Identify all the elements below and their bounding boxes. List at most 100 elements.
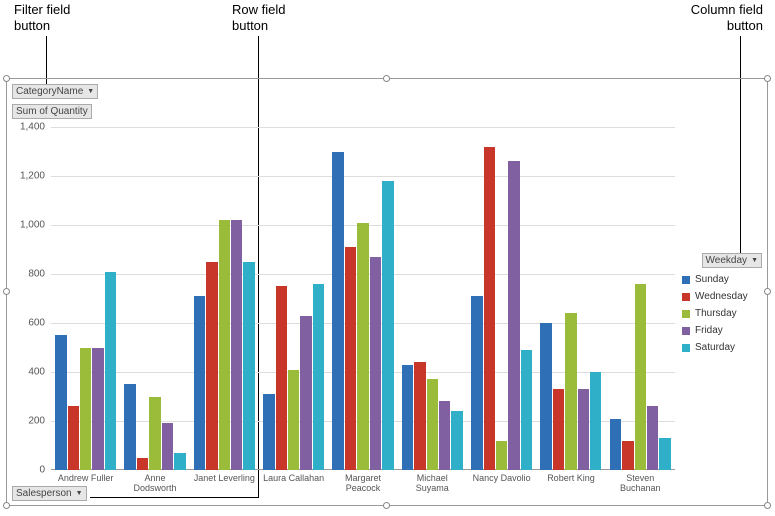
legend-item[interactable]: Thursday — [682, 308, 762, 319]
bar[interactable] — [332, 152, 343, 470]
bar[interactable] — [647, 406, 658, 470]
category-group: StevenBuchanan — [606, 127, 675, 470]
legend-item[interactable]: Saturday — [682, 342, 762, 353]
plot-area: 02004006008001,0001,2001,400 Andrew Full… — [19, 127, 675, 470]
bar[interactable] — [55, 335, 66, 470]
resize-handle[interactable] — [3, 502, 10, 509]
bar[interactable] — [137, 458, 148, 470]
bar[interactable] — [219, 220, 230, 470]
bar[interactable] — [484, 147, 495, 470]
legend: Sunday Wednesday Thursday Friday Saturday — [682, 274, 762, 359]
value-field-button[interactable]: Sum of Quantity — [12, 104, 92, 119]
bar[interactable] — [105, 272, 116, 470]
bar[interactable] — [288, 370, 299, 470]
bar[interactable] — [276, 286, 287, 470]
column-field-button[interactable]: Weekday ▼ — [702, 253, 762, 268]
legend-label: Friday — [695, 325, 723, 336]
resize-handle[interactable] — [383, 502, 390, 509]
bar[interactable] — [370, 257, 381, 470]
bar[interactable] — [508, 161, 519, 470]
legend-item[interactable]: Friday — [682, 325, 762, 336]
bar[interactable] — [194, 296, 205, 470]
bar[interactable] — [124, 384, 135, 470]
bar[interactable] — [427, 379, 438, 470]
pivot-chart[interactable]: CategoryName ▼ Sum of Quantity Salespers… — [6, 78, 768, 506]
bar-cluster — [471, 127, 532, 470]
resize-handle[interactable] — [764, 502, 771, 509]
bar-cluster — [402, 127, 463, 470]
category-label: AnneDodsworth — [120, 470, 189, 494]
bar[interactable] — [300, 316, 311, 470]
bar[interactable] — [414, 362, 425, 470]
bar-cluster — [263, 127, 324, 470]
bar[interactable] — [553, 389, 564, 470]
callout-column: Column field button — [691, 2, 763, 33]
button-label: CategoryName — [16, 86, 83, 97]
bar[interactable] — [402, 365, 413, 470]
button-label: Salesperson — [16, 488, 72, 499]
bar[interactable] — [622, 441, 633, 470]
category-label: Nancy Davolio — [467, 470, 536, 484]
bar[interactable] — [540, 323, 551, 470]
resize-handle[interactable] — [383, 75, 390, 82]
bar[interactable] — [451, 411, 462, 470]
bar[interactable] — [496, 441, 507, 470]
bar[interactable] — [382, 181, 393, 470]
callout-text: Row field — [232, 2, 285, 17]
callout-text: button — [232, 18, 268, 33]
bar[interactable] — [92, 348, 103, 471]
row-field-button[interactable]: Salesperson ▼ — [12, 486, 87, 501]
bar[interactable] — [68, 406, 79, 470]
category-label: Robert King — [536, 470, 605, 484]
bar[interactable] — [263, 394, 274, 470]
bar-cluster — [332, 127, 393, 470]
bar-cluster — [194, 127, 255, 470]
legend-label: Saturday — [695, 342, 735, 353]
category-group: MargaretPeacock — [328, 127, 397, 470]
button-label: Sum of Quantity — [16, 106, 88, 117]
bar[interactable] — [659, 438, 670, 470]
category-label: MichaelSuyama — [398, 470, 467, 494]
y-tick-label: 400 — [28, 367, 45, 378]
bar[interactable] — [357, 223, 368, 470]
bar[interactable] — [206, 262, 217, 470]
bar[interactable] — [313, 284, 324, 470]
chevron-down-icon: ▼ — [87, 88, 94, 95]
chevron-down-icon: ▼ — [76, 490, 83, 497]
resize-handle[interactable] — [764, 75, 771, 82]
bar[interactable] — [590, 372, 601, 470]
legend-swatch — [682, 276, 690, 284]
callout-text: button — [727, 18, 763, 33]
bar[interactable] — [149, 397, 160, 471]
bar[interactable] — [345, 247, 356, 470]
bar[interactable] — [231, 220, 242, 470]
legend-swatch — [682, 310, 690, 318]
resize-handle[interactable] — [3, 288, 10, 295]
bar[interactable] — [471, 296, 482, 470]
bar[interactable] — [521, 350, 532, 470]
bar-cluster — [55, 127, 116, 470]
legend-swatch — [682, 327, 690, 335]
bar[interactable] — [174, 453, 185, 470]
legend-label: Thursday — [695, 308, 737, 319]
bar[interactable] — [578, 389, 589, 470]
bar[interactable] — [610, 419, 621, 470]
resize-handle[interactable] — [764, 288, 771, 295]
bar[interactable] — [243, 262, 254, 470]
legend-item[interactable]: Sunday — [682, 274, 762, 285]
filter-field-button[interactable]: CategoryName ▼ — [12, 84, 98, 99]
chart-groups: Andrew FullerAnneDodsworthJanet Leverlin… — [51, 127, 675, 470]
bar[interactable] — [80, 348, 91, 471]
bar[interactable] — [565, 313, 576, 470]
bar[interactable] — [635, 284, 646, 470]
category-group: Janet Leverling — [190, 127, 259, 470]
category-label: Laura Callahan — [259, 470, 328, 484]
legend-item[interactable]: Wednesday — [682, 291, 762, 302]
resize-handle[interactable] — [3, 75, 10, 82]
bar[interactable] — [439, 401, 450, 470]
callout-text: button — [14, 18, 50, 33]
bar[interactable] — [162, 423, 173, 470]
y-tick-label: 1,400 — [20, 122, 45, 133]
callout-line — [46, 36, 47, 84]
y-tick-label: 600 — [28, 318, 45, 329]
